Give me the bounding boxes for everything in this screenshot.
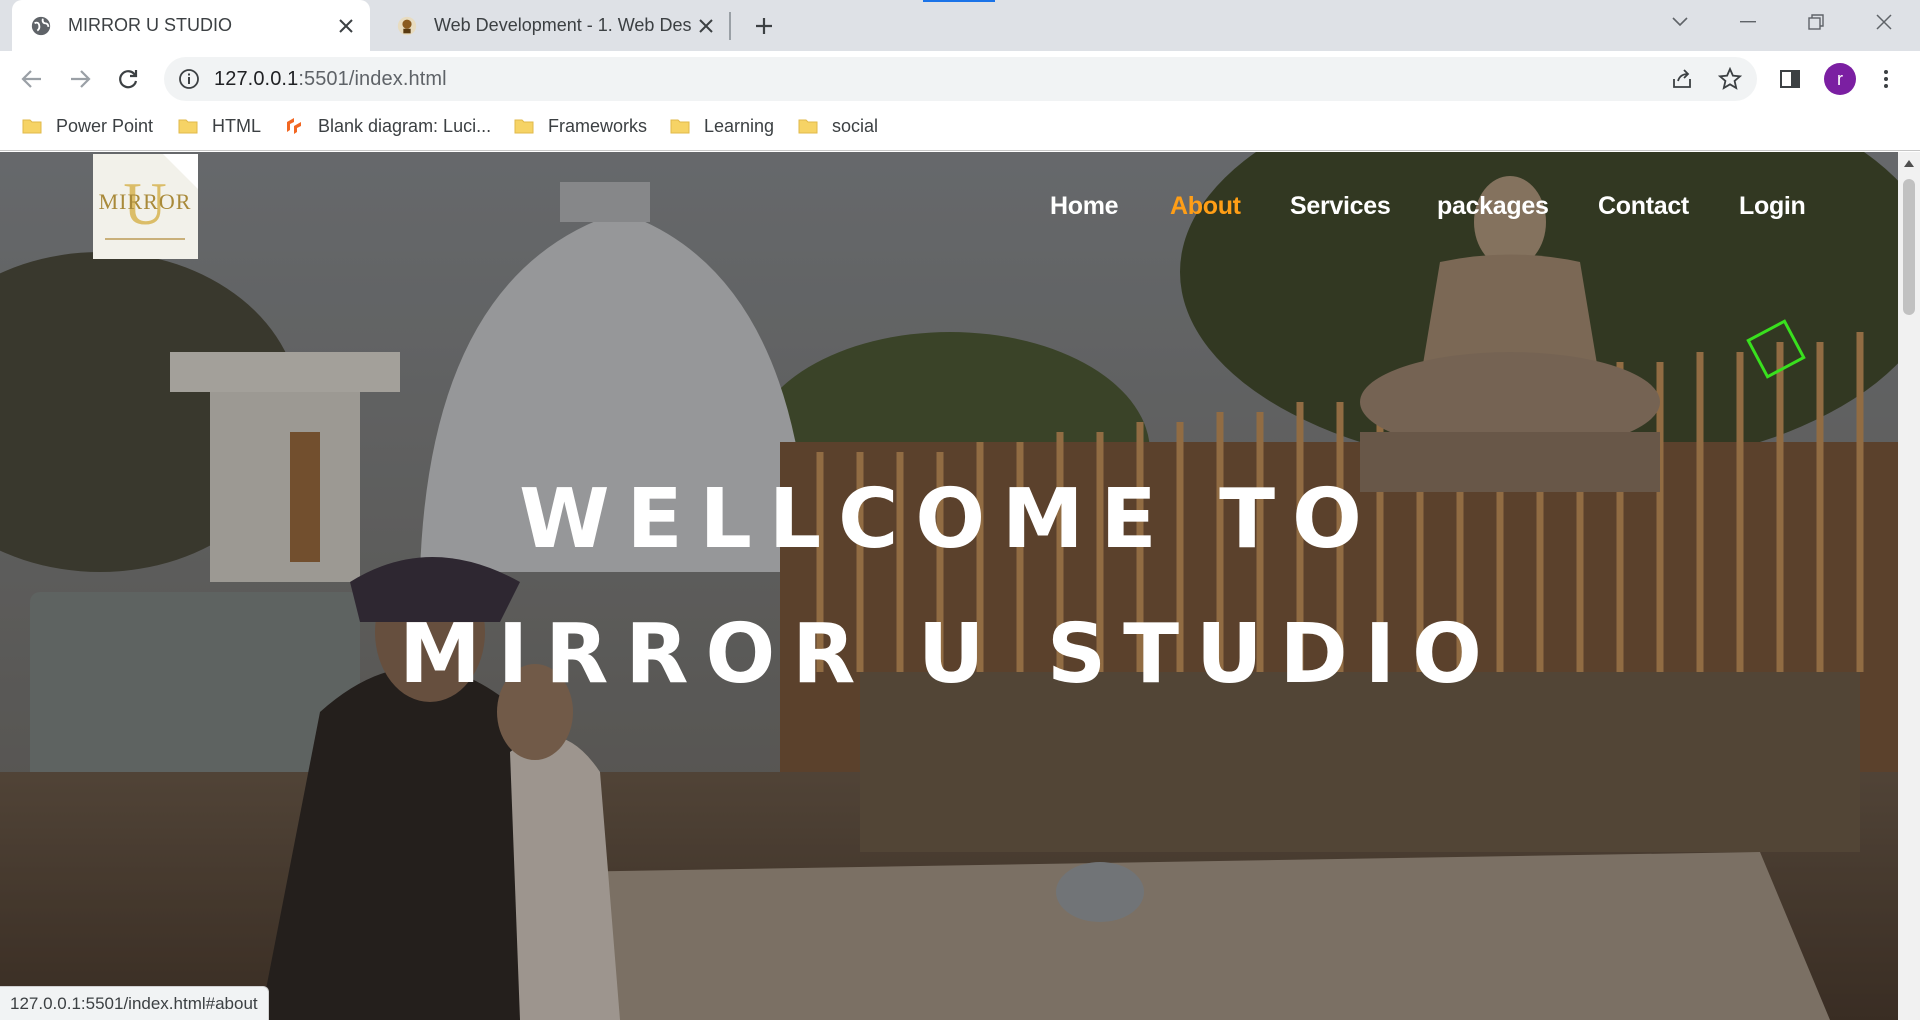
page-scrollbar[interactable] [1898, 152, 1920, 1020]
side-panel-icon[interactable] [1778, 67, 1802, 91]
url-path: :5501/index.html [298, 68, 447, 90]
tab-accent-line [923, 0, 995, 2]
scroll-up-button[interactable] [1898, 152, 1920, 174]
restore-button[interactable] [1782, 0, 1850, 44]
bookmark-label: Blank diagram: Luci... [318, 115, 492, 136]
scroll-up-arrow-icon [1904, 159, 1914, 167]
new-tab-button[interactable] [748, 10, 780, 42]
tab-title: Web Development - 1. Web Desi [434, 15, 692, 35]
tab-title: MIRROR U STUDIO [68, 15, 232, 35]
bookmark-power-point[interactable]: Power Point [22, 107, 153, 145]
nav-about[interactable]: About [1170, 192, 1241, 232]
bookmark-social[interactable]: social [798, 107, 878, 145]
site-logo[interactable]: U MIRROR [93, 154, 198, 259]
nav-services[interactable]: Services [1290, 192, 1391, 232]
url-host: 127.0.0.1 [214, 68, 299, 90]
share-icon[interactable] [1670, 67, 1694, 91]
bookmark-label: Frameworks [548, 115, 648, 136]
lucid-icon [287, 118, 301, 134]
bookmark-label: Power Point [56, 115, 154, 136]
bookmark-html[interactable]: HTML [178, 107, 261, 145]
url-text[interactable]: 127.0.0.1:5501/index.html [214, 68, 447, 91]
minimize-icon [1740, 21, 1756, 23]
bookmark-label: social [832, 115, 879, 136]
bookmark-frameworks[interactable]: Frameworks [514, 107, 647, 145]
bookmark-star-icon[interactable] [1718, 67, 1742, 91]
restore-icon [1808, 14, 1824, 30]
svg-text:MIRROR: MIRROR [99, 189, 192, 214]
tab-active[interactable]: MIRROR U STUDIO [12, 0, 370, 51]
hero-dark-overlay [0, 152, 1898, 1020]
tab-strip: MIRROR U STUDIO Web Development - 1. Web… [0, 0, 1920, 51]
forward-button[interactable] [62, 61, 98, 97]
logo-mark: U MIRROR [99, 154, 198, 240]
bookmarks-bar: Power Point HTML Blank diagram: Luci... … [0, 107, 1920, 151]
folder-icon [514, 119, 534, 134]
browser-toolbar: 127.0.0.1:5501/index.html r [0, 51, 1920, 107]
nav-home[interactable]: Home [1050, 192, 1119, 232]
reload-icon [119, 70, 138, 89]
nav-contact[interactable]: Contact [1598, 192, 1689, 232]
link-status-bar: 127.0.0.1:5501/index.html#about [0, 986, 269, 1020]
menu-kebab-icon[interactable] [1874, 67, 1898, 91]
scrollbar-thumb[interactable] [1903, 179, 1915, 315]
back-button[interactable] [14, 61, 50, 97]
folder-icon [670, 119, 690, 134]
close-icon [1876, 14, 1892, 30]
tab-close-icon[interactable] [692, 12, 720, 40]
reload-button[interactable] [110, 61, 146, 97]
hero-headline-line2: MIRROR U STUDIO [399, 607, 1499, 702]
folder-icon [178, 119, 198, 134]
plus-icon [756, 18, 772, 34]
bookmark-label: Learning [704, 115, 775, 136]
chevron-down-icon [1672, 17, 1688, 27]
page-viewport: U MIRROR Home About Services packages Co… [0, 152, 1898, 1020]
forward-arrow-icon [71, 70, 91, 88]
hero-section: U MIRROR Home About Services packages Co… [0, 152, 1898, 1020]
tab-separator [729, 12, 731, 40]
folder-icon [798, 119, 818, 134]
tab-close-icon[interactable] [332, 12, 360, 40]
bookmark-label: HTML [212, 115, 261, 136]
minimize-button[interactable] [1714, 0, 1782, 44]
profile-avatar[interactable]: r [1824, 63, 1856, 95]
globe-icon [31, 16, 51, 35]
site-favicon-icon [397, 16, 417, 35]
site-info-icon[interactable] [178, 68, 200, 90]
bookmark-learning[interactable]: Learning [670, 107, 774, 145]
hero-headline-line1: WELLCOME TO [519, 472, 1379, 567]
tab-inactive[interactable]: Web Development - 1. Web Desi [378, 0, 730, 51]
nav-login[interactable]: Login [1739, 192, 1806, 232]
nav-packages[interactable]: packages [1437, 192, 1549, 232]
close-window-button[interactable] [1850, 0, 1918, 44]
bookmark-lucid[interactable]: Blank diagram: Luci... [284, 107, 491, 145]
address-bar[interactable]: 127.0.0.1:5501/index.html [164, 57, 1757, 101]
folder-icon [22, 119, 42, 134]
back-arrow-icon [21, 70, 41, 88]
tab-search-button[interactable] [1646, 0, 1714, 44]
